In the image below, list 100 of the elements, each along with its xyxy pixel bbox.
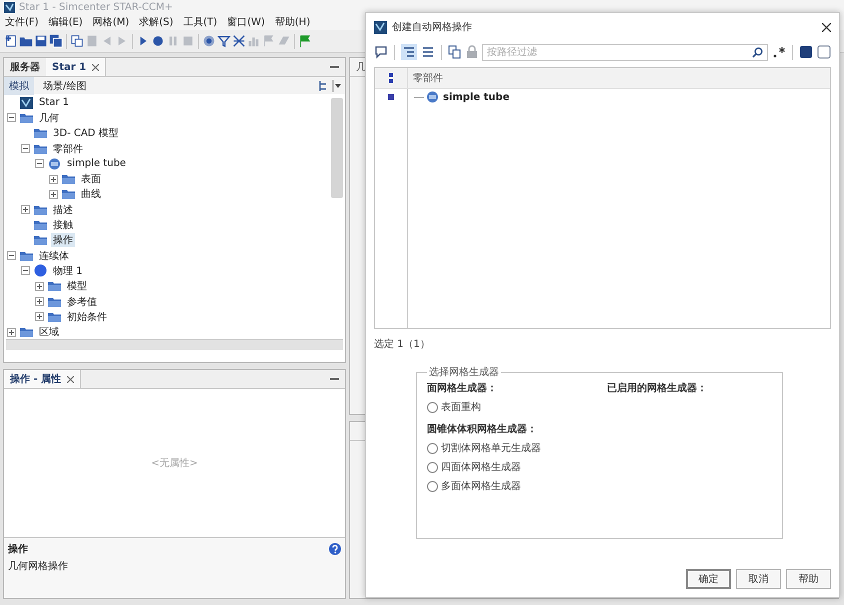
tree-options-icon[interactable] — [318, 80, 328, 92]
tree-item[interactable]: 接触 — [51, 218, 75, 232]
expander-icon[interactable] — [7, 113, 16, 122]
menu-item[interactable]: 编辑(E) — [48, 15, 83, 29]
help-icon[interactable] — [329, 543, 341, 555]
column-header[interactable]: 零部件 — [407, 68, 443, 88]
folder-icon — [48, 312, 61, 322]
app-logo-icon — [4, 2, 15, 12]
view-tab[interactable]: 模拟 — [4, 76, 34, 94]
expander-icon[interactable] — [35, 297, 44, 306]
folder-icon — [34, 204, 47, 215]
panel-tab[interactable]: 操作 - 属性 — [4, 370, 82, 388]
record-icon[interactable] — [151, 34, 165, 48]
tree-item[interactable]: 物理 1 — [51, 264, 85, 278]
app-logo-icon — [20, 96, 33, 109]
expander-icon[interactable] — [7, 251, 16, 260]
panel-tab[interactable]: Star 1 — [46, 58, 106, 76]
expander-icon[interactable] — [49, 190, 58, 199]
tree-item[interactable]: simple tube — [65, 158, 128, 170]
tree-item[interactable]: 连续体 — [37, 248, 71, 263]
folder-icon — [48, 296, 61, 306]
save-icon[interactable] — [34, 34, 48, 48]
menu-item[interactable]: 工具(T) — [183, 15, 218, 29]
expander-icon[interactable] — [35, 282, 44, 291]
view-tab[interactable]: 场景/绘图 — [38, 76, 92, 94]
expander-icon[interactable] — [21, 266, 30, 276]
menu-item[interactable]: 文件(F) — [5, 15, 39, 29]
folder-icon — [62, 189, 75, 200]
tree-item[interactable]: 区域 — [37, 325, 61, 339]
panel-tab[interactable]: 服务器 — [4, 58, 46, 76]
filled-square-icon[interactable] — [799, 45, 813, 59]
close-icon[interactable] — [92, 64, 100, 70]
radio-option[interactable]: 多面体网格生成器 — [427, 479, 547, 493]
folder-icon — [34, 235, 47, 246]
dialog-button[interactable]: 帮助 — [786, 569, 831, 589]
tree-item[interactable]: 3D- CAD 模型 — [51, 126, 121, 140]
tree-item[interactable]: 零部件 — [51, 142, 85, 156]
group-title: 选择网格生成器 — [428, 366, 500, 379]
expander-icon[interactable] — [49, 174, 58, 184]
menu-item[interactable]: 帮助(H) — [274, 15, 310, 29]
search-icon[interactable] — [752, 46, 763, 58]
minimize-icon[interactable] — [330, 378, 339, 380]
dialog-button[interactable]: 确定 — [686, 569, 731, 589]
folder-icon — [34, 128, 47, 138]
horizontal-scrollbar[interactable] — [6, 339, 343, 350]
minimize-icon[interactable] — [330, 66, 339, 68]
tree-item[interactable]: 初始条件 — [65, 310, 109, 324]
radio-option[interactable]: 切割体网格单元生成器 — [427, 441, 547, 455]
tree-item[interactable]: 描述 — [51, 202, 75, 217]
tree-view-icon[interactable] — [401, 44, 417, 60]
empty-message: <无属性> — [151, 456, 198, 470]
radio-option[interactable]: 表面重构 — [427, 400, 547, 414]
close-icon[interactable] — [67, 376, 74, 382]
regex-icon[interactable] — [772, 45, 786, 59]
expander-icon[interactable] — [21, 144, 30, 154]
table-row[interactable]: simple tube — [441, 92, 512, 102]
tree-item[interactable]: 操作 — [51, 233, 75, 248]
folder-icon — [48, 281, 61, 292]
section-label: 面网格生成器： — [427, 382, 498, 395]
funnel-icon[interactable] — [217, 34, 231, 48]
folder-icon — [34, 144, 47, 154]
description-title: 操作 — [8, 542, 28, 556]
copy-icon[interactable] — [70, 34, 84, 48]
empty-square-icon[interactable] — [817, 45, 831, 59]
filter-field[interactable]: 按路径过滤 — [482, 44, 768, 60]
dialog-button[interactable]: 取消 — [736, 569, 781, 589]
folder-icon — [20, 112, 33, 123]
expander-icon[interactable] — [7, 328, 16, 337]
radio-option[interactable]: 四面体网格生成器 — [427, 460, 547, 474]
copy-icon[interactable] — [448, 45, 462, 59]
scrollbar-thumb[interactable] — [331, 98, 343, 198]
tree-item[interactable]: 模型 — [65, 279, 89, 294]
section-label: 圆锥体体积网格生成器： — [427, 422, 538, 436]
speech-bubble-icon[interactable] — [374, 45, 388, 59]
expander-icon[interactable] — [35, 312, 44, 322]
menu-item[interactable]: 窗口(W) — [227, 15, 265, 29]
close-icon[interactable] — [822, 22, 831, 32]
tree-item[interactable]: 表面 — [79, 172, 103, 186]
tree-item[interactable]: Star 1 — [37, 97, 72, 108]
tree-item[interactable]: 几何 — [37, 110, 61, 125]
dropdown-icon[interactable] — [332, 80, 341, 92]
row-marker-icon — [388, 94, 394, 100]
expander-icon[interactable] — [35, 159, 44, 168]
menu-item[interactable]: 网格(M) — [92, 15, 130, 29]
save-all-icon[interactable] — [49, 34, 63, 48]
tree-item[interactable]: 参考值 — [65, 294, 99, 308]
menu-item[interactable]: 求解(S) — [139, 15, 174, 29]
list-view-icon[interactable] — [421, 45, 435, 59]
tree-item[interactable]: 曲线 — [79, 187, 103, 202]
flag-icon[interactable] — [298, 34, 312, 48]
dialog-title: 创建自动网格操作 — [392, 20, 472, 34]
section-label: 已启用的网格生成器： — [607, 381, 707, 395]
new-file-icon[interactable] — [4, 34, 18, 48]
crossed-lines-icon[interactable] — [232, 34, 246, 48]
expander-icon[interactable] — [21, 205, 30, 214]
sphere-icon[interactable] — [202, 34, 216, 48]
folder-icon — [62, 174, 75, 184]
sort-icon[interactable] — [389, 73, 393, 83]
description-text: 几何网格操作 — [8, 560, 69, 573]
part-icon — [426, 91, 439, 103]
